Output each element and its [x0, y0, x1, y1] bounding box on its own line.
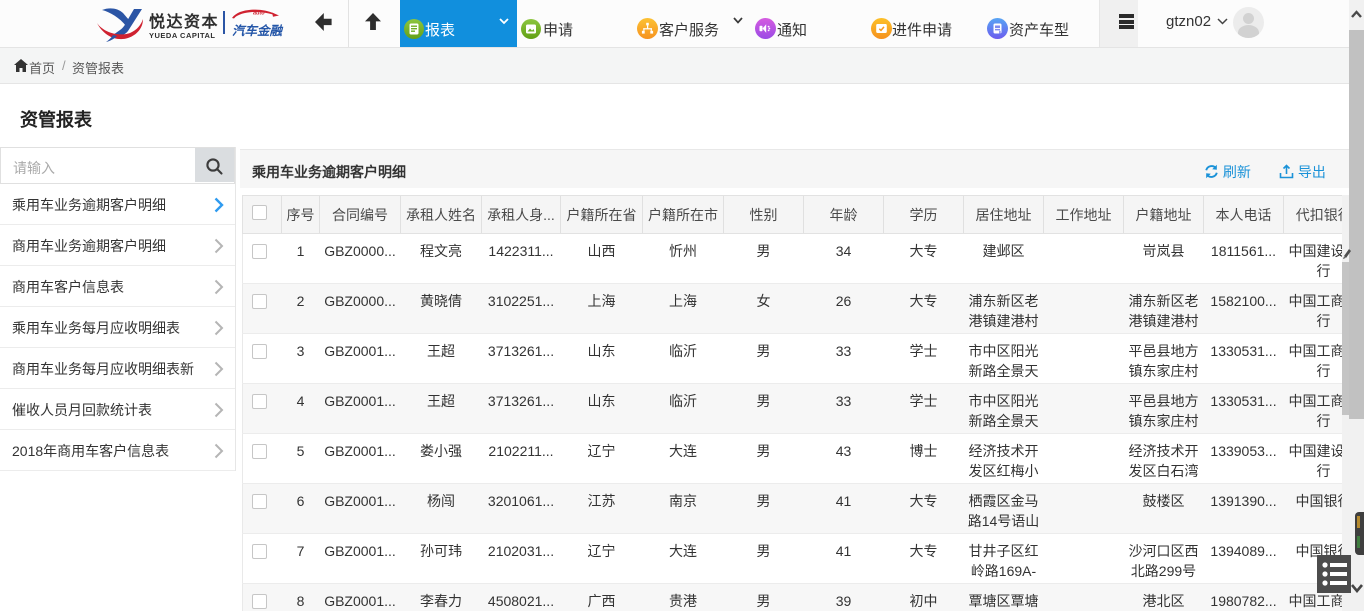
svg-text:YUEDA CAPITAL: YUEDA CAPITAL [149, 31, 216, 40]
svg-text:悦达资本: 悦达资本 [149, 12, 219, 31]
svg-text:auto: auto [253, 11, 265, 17]
svg-text:汽车金融: 汽车金融 [232, 24, 284, 38]
